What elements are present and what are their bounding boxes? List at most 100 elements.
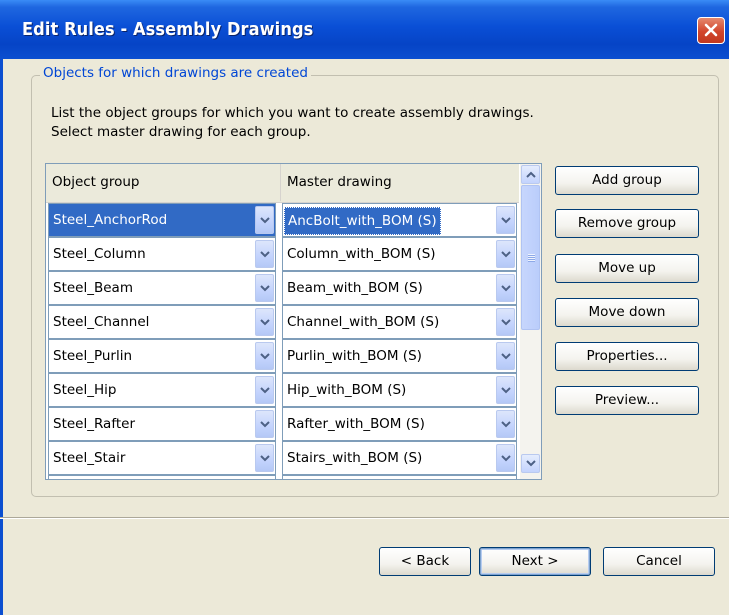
table-row[interactable]: Steel_Beam Beam_with_BOM (S): [46, 271, 519, 305]
scrollbar-thumb[interactable]: [521, 185, 540, 330]
properties-button[interactable]: Properties...: [555, 342, 699, 371]
footer-separator: [0, 517, 729, 519]
column-header-object-group[interactable]: Object group: [46, 164, 281, 201]
master-drawing-select[interactable]: Column_with_BOM (S): [282, 237, 517, 271]
table-row[interactable]: Steel_Channel Channel_with_BOM (S): [46, 305, 519, 339]
close-button[interactable]: [697, 17, 725, 44]
object-group-value: Steel_Stair: [53, 450, 126, 466]
back-button[interactable]: < Back: [379, 547, 471, 576]
object-group-select[interactable]: Steel_Purlin: [48, 339, 276, 373]
object-group-select[interactable]: Steel_Channel: [48, 305, 276, 339]
object-group-select[interactable]: Steel_Hip: [48, 373, 276, 407]
master-drawing-value: Stairs_with_BOM (S): [287, 450, 423, 466]
chevron-down-icon: [260, 251, 270, 258]
chevron-down-icon: [260, 387, 270, 394]
object-group-value: Steel_Rafter: [53, 416, 135, 432]
master-drawing-dropdown-button[interactable]: [496, 410, 515, 438]
master-drawing-dropdown-button[interactable]: [496, 308, 515, 336]
master-drawing-value: Hip_with_BOM (S): [287, 382, 407, 398]
master-drawing-dropdown-button[interactable]: [496, 342, 515, 370]
master-drawing-dropdown-button[interactable]: [496, 376, 515, 404]
next-button[interactable]: Next >: [479, 547, 591, 576]
chevron-down-icon: [260, 319, 270, 326]
table-row[interactable]: Steel_Column Column_with_BOM (S): [46, 237, 519, 271]
object-group-select[interactable]: Steel_Stair: [48, 441, 276, 475]
object-group-select[interactable]: Steel_AnchorRod: [48, 203, 276, 237]
object-group-value: Steel_Column: [53, 246, 146, 262]
window-frame: [0, 59, 3, 615]
table-row[interactable]: Steel_Stair Stairs_with_BOM (S): [46, 441, 519, 475]
column-header-master-drawing[interactable]: Master drawing: [281, 164, 519, 201]
dialog-window: Edit Rules - Assembly Drawings Objects f…: [0, 0, 729, 615]
object-group-dropdown-button[interactable]: [255, 206, 274, 234]
object-group-grid: Object group Master drawing Steel_Anchor…: [45, 163, 542, 480]
chevron-down-icon: [501, 217, 511, 224]
object-group-dropdown-button[interactable]: [255, 240, 274, 268]
master-drawing-select[interactable]: Rafter_with_BOM (S): [282, 407, 517, 441]
description-line-2: Select master drawing for each group.: [51, 124, 311, 140]
window-title: Edit Rules - Assembly Drawings: [22, 19, 314, 40]
table-row-partial[interactable]: [46, 475, 519, 479]
object-group-dropdown-button[interactable]: [255, 342, 274, 370]
remove-group-button[interactable]: Remove group: [555, 209, 699, 238]
description-line-1: List the object groups for which you wan…: [51, 105, 534, 121]
master-drawing-dropdown-button[interactable]: [496, 274, 515, 302]
object-group-select[interactable]: Steel_Beam: [48, 271, 276, 305]
chevron-down-icon: [501, 251, 511, 258]
object-group-dropdown-button[interactable]: [255, 376, 274, 404]
object-group-dropdown-button[interactable]: [255, 308, 274, 336]
preview-button[interactable]: Preview...: [555, 386, 699, 415]
object-group-select[interactable]: Steel_Rafter: [48, 407, 276, 441]
scroll-down-button[interactable]: [521, 454, 540, 473]
table-row[interactable]: Steel_Hip Hip_with_BOM (S): [46, 373, 519, 407]
scroll-up-button[interactable]: [521, 165, 540, 184]
chevron-down-icon: [501, 285, 511, 292]
chevron-up-icon: [526, 171, 536, 178]
master-drawing-select[interactable]: Stairs_with_BOM (S): [282, 441, 517, 475]
chevron-down-icon: [501, 421, 511, 428]
table-row[interactable]: Steel_AnchorRod AncBolt_with_BOM (S): [46, 203, 519, 237]
master-drawing-select[interactable]: Channel_with_BOM (S): [282, 305, 517, 339]
table-row[interactable]: Steel_Rafter Rafter_with_BOM (S): [46, 407, 519, 441]
add-group-button[interactable]: Add group: [555, 166, 699, 195]
chevron-down-icon: [260, 455, 270, 462]
chevron-down-icon: [260, 353, 270, 360]
master-drawing-select[interactable]: [282, 475, 517, 479]
groupbox-legend: Objects for which drawings are created: [40, 65, 311, 81]
object-group-dropdown-button[interactable]: [255, 410, 274, 438]
master-drawing-dropdown-button[interactable]: [496, 206, 515, 234]
master-drawing-select[interactable]: Purlin_with_BOM (S): [282, 339, 517, 373]
chevron-down-icon: [501, 455, 511, 462]
move-up-button[interactable]: Move up: [555, 254, 699, 283]
cancel-button[interactable]: Cancel: [603, 547, 715, 576]
table-row[interactable]: Steel_Purlin Purlin_with_BOM (S): [46, 339, 519, 373]
object-group-value: Steel_Beam: [53, 280, 133, 296]
chevron-down-icon: [526, 460, 536, 467]
master-drawing-dropdown-button[interactable]: [496, 240, 515, 268]
master-drawing-value: Column_with_BOM (S): [287, 246, 436, 262]
master-drawing-select[interactable]: AncBolt_with_BOM (S): [282, 203, 517, 237]
master-drawing-value: Channel_with_BOM (S): [287, 314, 440, 330]
master-drawing-select[interactable]: Beam_with_BOM (S): [282, 271, 517, 305]
object-group-select[interactable]: [48, 475, 276, 479]
chevron-down-icon: [501, 387, 511, 394]
chevron-down-icon: [260, 217, 270, 224]
title-bar: Edit Rules - Assembly Drawings: [0, 0, 729, 59]
master-drawing-select[interactable]: Hip_with_BOM (S): [282, 373, 517, 407]
grip-icon: [528, 254, 535, 262]
object-group-dropdown-button[interactable]: [255, 444, 274, 472]
master-drawing-value: AncBolt_with_BOM (S): [284, 207, 441, 235]
master-drawing-dropdown-button[interactable]: [496, 444, 515, 472]
vertical-scrollbar[interactable]: [520, 164, 541, 479]
object-group-select[interactable]: Steel_Column: [48, 237, 276, 271]
chevron-down-icon: [260, 285, 270, 292]
move-down-button[interactable]: Move down: [555, 298, 699, 327]
chevron-down-icon: [501, 353, 511, 360]
master-drawing-value: Rafter_with_BOM (S): [287, 416, 425, 432]
master-drawing-value: Beam_with_BOM (S): [287, 280, 423, 296]
object-group-value: Steel_Channel: [53, 314, 150, 330]
chevron-down-icon: [260, 421, 270, 428]
chevron-down-icon: [501, 319, 511, 326]
object-group-value: Steel_AnchorRod: [53, 212, 168, 228]
object-group-dropdown-button[interactable]: [255, 274, 274, 302]
